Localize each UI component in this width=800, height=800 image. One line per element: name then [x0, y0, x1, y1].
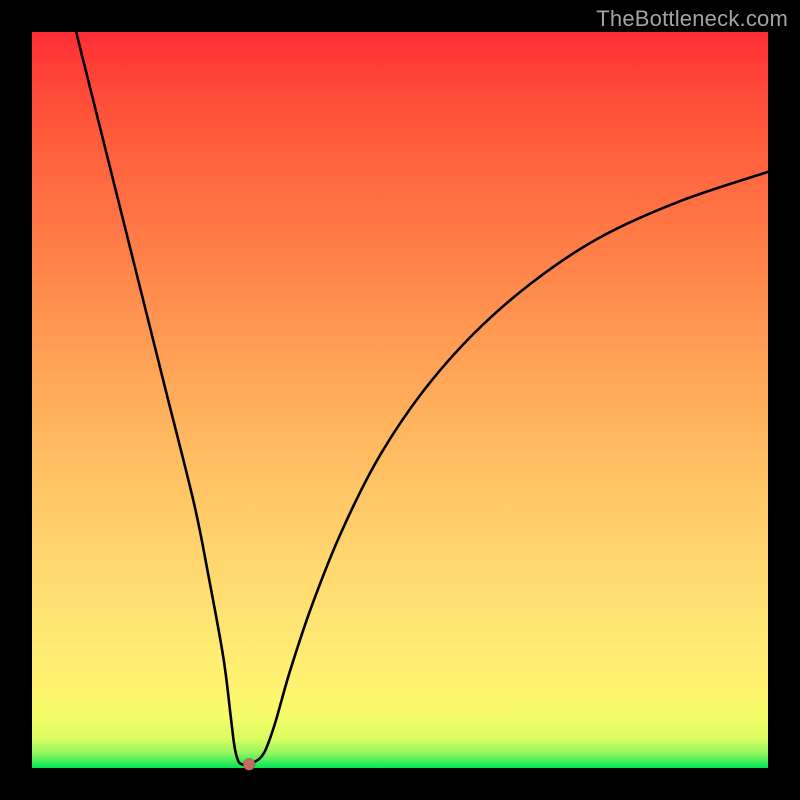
attribution-watermark: TheBottleneck.com — [596, 6, 788, 32]
bottleneck-curve — [76, 32, 768, 765]
plot-area — [32, 32, 768, 768]
bottleneck-curve-svg — [32, 32, 768, 768]
chart-frame: TheBottleneck.com — [0, 0, 800, 800]
curve-minimum-marker — [243, 758, 255, 770]
